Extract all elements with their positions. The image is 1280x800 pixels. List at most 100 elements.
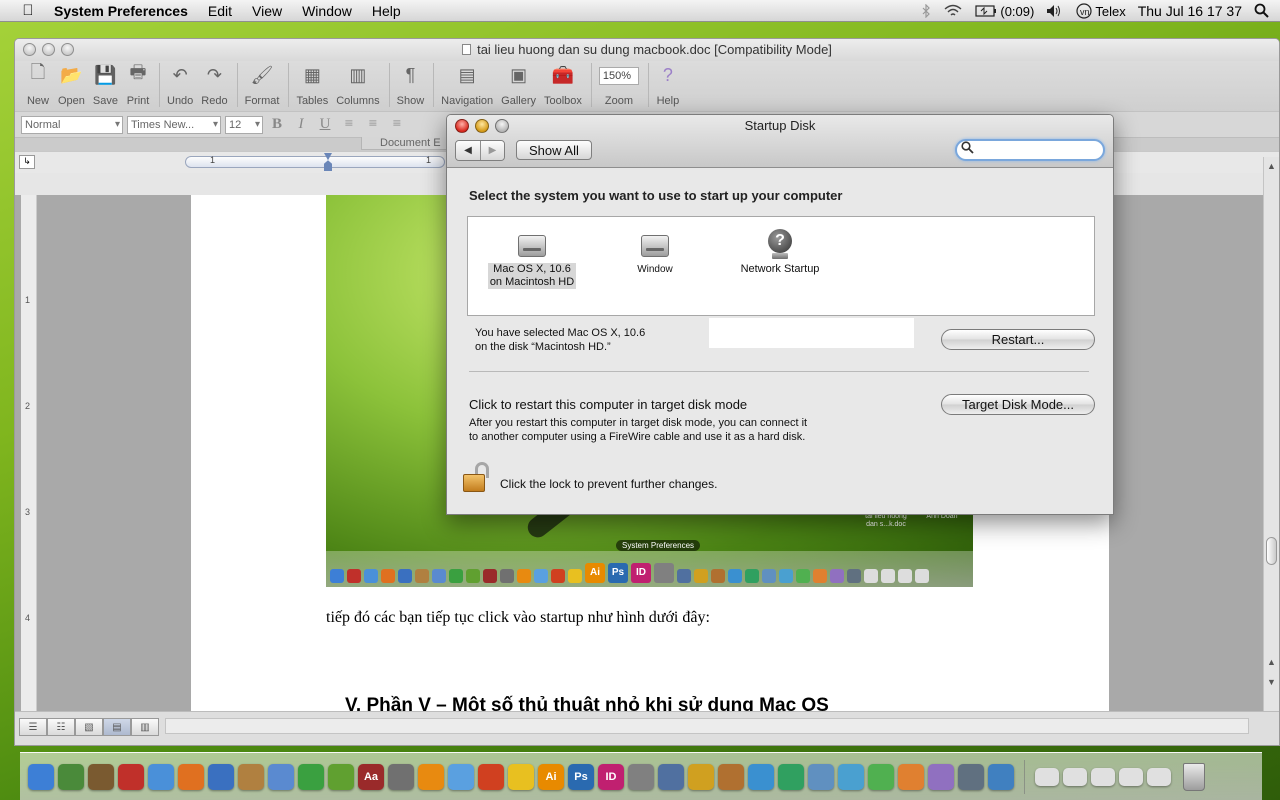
toolbar-help-button[interactable]: ? Help (653, 61, 683, 108)
back-arrow-icon[interactable]: ◀ (456, 141, 480, 160)
show-all-button[interactable]: Show All (516, 140, 592, 160)
app-4-dock-icon[interactable] (118, 763, 144, 790)
toolbar-format-button[interactable]: 🖌 Format (242, 61, 283, 108)
toolbar-zoom-control[interactable]: 150% Zoom (596, 61, 642, 107)
horizontal-scrollbar[interactable] (165, 718, 1249, 734)
toolbar-navigation-button[interactable]: ▤ Navigation (438, 61, 496, 108)
toolbar-tables-button[interactable]: ▦ Tables (293, 61, 331, 108)
app-30-dock-icon[interactable] (898, 763, 924, 790)
app-13-dock-icon[interactable] (388, 763, 414, 790)
draft-view-icon[interactable]: ☰ (19, 718, 47, 736)
toolbar-undo-button[interactable]: ↶ Undo (164, 61, 196, 108)
tab-stop-selector-icon[interactable]: ↳ (19, 155, 35, 169)
bold-button[interactable]: B (267, 116, 287, 133)
vertical-scrollbar[interactable]: ▲ ▲ ▼ (1263, 157, 1279, 713)
align-left-icon[interactable]: ≡ (339, 116, 359, 133)
apple-menu-icon[interactable]:  (18, 2, 38, 19)
restart-button[interactable]: Restart... (941, 329, 1095, 350)
print-layout-view-icon[interactable]: ▤ (103, 718, 131, 736)
dock-stack-icon[interactable] (1063, 767, 1087, 786)
outline-view-icon[interactable]: ☷ (47, 718, 75, 736)
toolbar-gallery-button[interactable]: ▣ Gallery (498, 61, 539, 108)
prefs-search-input[interactable] (955, 139, 1105, 161)
menu-view[interactable]: View (242, 3, 292, 19)
safari-dock-icon[interactable] (148, 763, 174, 790)
input-method[interactable]: vn Telex (1070, 3, 1131, 19)
dock-stack-icon[interactable] (1035, 767, 1059, 786)
adium-dock-icon[interactable] (508, 763, 534, 790)
font-select[interactable]: Times New... (127, 115, 221, 134)
app-26-dock-icon[interactable] (778, 763, 804, 790)
volume-icon[interactable] (1040, 4, 1070, 18)
dictionary-dock-icon[interactable]: Aa (358, 763, 384, 790)
app-24-dock-icon[interactable] (718, 763, 744, 790)
underline-button[interactable]: U (315, 116, 335, 133)
publishing-view-icon[interactable]: ▧ (75, 718, 103, 736)
toolbar-show-button[interactable]: ¶ Show (394, 61, 428, 108)
target-disk-mode-button[interactable]: Target Disk Mode... (941, 394, 1095, 415)
app-28-dock-icon[interactable] (838, 763, 864, 790)
utorrent-dock-icon[interactable] (298, 763, 324, 790)
toolbar-toolbox-button[interactable]: 🧰 Toolbox (541, 61, 585, 108)
document-paragraph[interactable]: tiếp đó các bạn tiếp tục click vào start… (326, 609, 710, 627)
app-3-dock-icon[interactable] (88, 763, 114, 790)
app-16-dock-icon[interactable] (478, 763, 504, 790)
bluetooth-icon[interactable] (915, 4, 937, 18)
scroll-previous-page-icon[interactable]: ▲ (1267, 657, 1276, 667)
italic-button[interactable]: I (291, 116, 311, 133)
wifi-icon[interactable] (937, 4, 969, 18)
word-close-button[interactable] (23, 43, 36, 56)
disk-network-item[interactable]: ? Network Startup (730, 227, 830, 276)
dock-stack-icon[interactable] (1147, 767, 1171, 786)
toolbar-open-button[interactable]: 📂 Open (55, 61, 88, 108)
horizontal-ruler[interactable]: 1 1 (185, 153, 445, 171)
app-22-dock-icon[interactable] (658, 763, 684, 790)
disk-window-item[interactable]: Window (618, 227, 692, 276)
firefox-dock-icon[interactable] (178, 763, 204, 790)
itunes-dock-icon[interactable] (448, 763, 474, 790)
word-zoom-button[interactable] (61, 43, 74, 56)
finder-dock-icon[interactable] (28, 763, 54, 790)
app-32-dock-icon[interactable] (958, 763, 984, 790)
toolbar-save-button[interactable]: 💾 Save (90, 61, 121, 108)
app-23-dock-icon[interactable] (688, 763, 714, 790)
app-9-dock-icon[interactable] (268, 763, 294, 790)
menu-help[interactable]: Help (362, 3, 411, 19)
indent-marker-icon[interactable] (324, 153, 332, 171)
app-25-dock-icon[interactable] (748, 763, 774, 790)
battery-status[interactable]: (0:09) (969, 4, 1040, 19)
startup-disk-titlebar[interactable]: Startup Disk ◀ ▶ Show All (447, 115, 1113, 168)
app-29-dock-icon[interactable] (868, 763, 894, 790)
dock-stack-icon[interactable] (1119, 767, 1143, 786)
app-11-dock-icon[interactable] (328, 763, 354, 790)
notebook-view-icon[interactable]: ▥ (131, 718, 159, 736)
system-monitor-dock-icon[interactable] (58, 763, 84, 790)
unlocked-padlock-icon[interactable] (461, 462, 493, 494)
vlc-dock-icon[interactable] (418, 763, 444, 790)
font-size-select[interactable]: 12 (225, 115, 263, 134)
toolbar-redo-button[interactable]: ↷ Redo (198, 61, 230, 108)
word-titlebar[interactable]: tai lieu huong dan su dung macbook.doc [… (15, 39, 1279, 61)
zoom-select[interactable]: 150% (598, 67, 639, 85)
system-preferences-dock-icon[interactable] (628, 763, 654, 790)
illustrator-dock-icon[interactable]: Ai (538, 763, 564, 790)
menu-app-name[interactable]: System Preferences (50, 3, 198, 19)
forward-arrow-icon[interactable]: ▶ (480, 141, 504, 160)
app-27-dock-icon[interactable] (808, 763, 834, 790)
menu-window[interactable]: Window (292, 3, 362, 19)
spotlight-icon[interactable] (1248, 3, 1280, 19)
toolbar-columns-button[interactable]: ▥ Columns (333, 61, 382, 108)
menu-clock[interactable]: Thu Jul 16 17 37 (1132, 3, 1248, 19)
word-minimize-button[interactable] (42, 43, 55, 56)
style-select[interactable]: Normal (21, 115, 123, 134)
address-book-dock-icon[interactable] (238, 763, 264, 790)
ribbon-tab-document-elements[interactable]: Document E (361, 137, 460, 150)
align-center-icon[interactable]: ≡ (363, 116, 383, 133)
disk-macos-item[interactable]: Mac OS X, 10.6 on Macintosh HD (482, 227, 582, 289)
scroll-up-arrow-icon[interactable]: ▲ (1267, 161, 1276, 171)
menu-edit[interactable]: Edit (198, 3, 242, 19)
trash-icon[interactable] (1183, 762, 1205, 791)
scroll-next-page-icon[interactable]: ▼ (1267, 677, 1276, 687)
chrome-dock-icon[interactable] (208, 763, 234, 790)
app-33-dock-icon[interactable] (988, 763, 1014, 790)
